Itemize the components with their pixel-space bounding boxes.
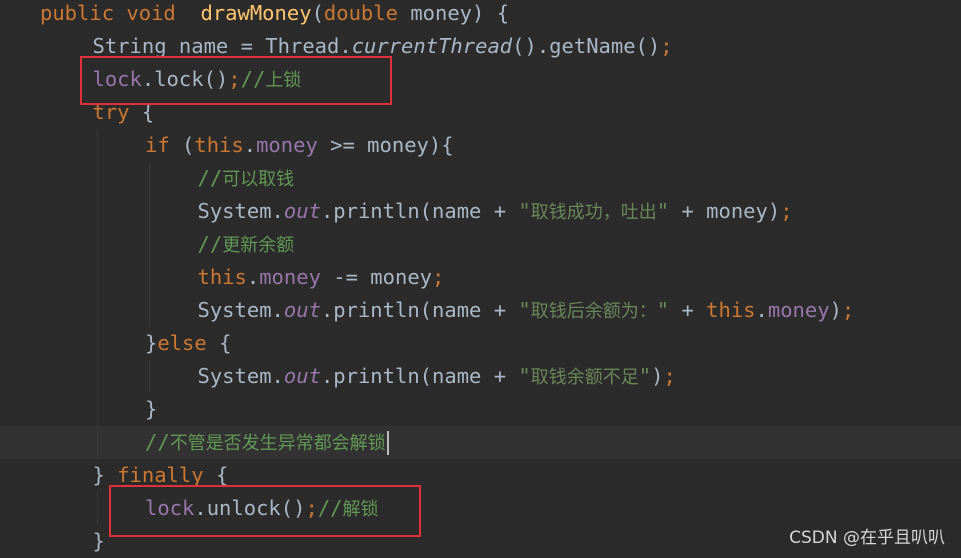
code-token: "取钱成功，吐出"	[518, 199, 670, 223]
code-text: public void drawMoney(double money) {	[40, 0, 509, 30]
indent-guide	[149, 228, 150, 261]
indent-guide	[149, 261, 150, 294]
code-token: drawMoney	[200, 1, 312, 25]
code-text: System.out.println(name + "取钱余额不足");	[198, 360, 676, 394]
code-line[interactable]: System.out.println(name + "取钱余额不足");	[0, 360, 961, 393]
code-token: System.	[197, 298, 284, 322]
code-token: }	[92, 529, 105, 553]
code-token: "取钱余额不足"	[518, 364, 652, 388]
code-token: System.	[197, 199, 284, 223]
code-token: currentThread	[351, 34, 513, 58]
code-token: finally	[117, 463, 216, 487]
code-token: + money)	[669, 199, 781, 223]
code-token: ;	[432, 265, 445, 289]
code-token: ;	[841, 298, 855, 322]
indent-guide	[96, 195, 98, 228]
code-text: if (this.money >= money){	[145, 129, 454, 162]
code-token: (	[182, 133, 195, 157]
code-token: .println(name +	[320, 298, 519, 322]
code-token: ;	[780, 199, 793, 223]
code-text: }	[145, 393, 157, 426]
code-token: else	[157, 331, 220, 355]
code-token: money) {	[410, 1, 510, 25]
code-token: {	[215, 463, 229, 487]
code-token: .println(name +	[320, 199, 519, 223]
text-caret	[386, 431, 389, 455]
indent-guide	[96, 228, 98, 261]
code-token: //更新余额	[197, 232, 295, 256]
code-token: System.	[197, 364, 284, 388]
code-line[interactable]: public void drawMoney(double money) {	[0, 0, 961, 30]
code-token: +	[669, 298, 707, 322]
code-token: }	[145, 397, 158, 421]
code-line[interactable]: System.out.println(name + "取钱后余额为：" + th…	[0, 294, 961, 327]
code-token: ;	[663, 364, 676, 388]
code-token: this	[706, 298, 756, 322]
code-token: money	[256, 133, 318, 157]
code-token: }	[145, 331, 158, 355]
code-line[interactable]: this.money -= money;	[0, 261, 961, 294]
indent-guide	[149, 360, 150, 393]
code-token: if	[145, 133, 183, 157]
code-token: this	[194, 133, 244, 157]
indent-guide	[96, 327, 98, 360]
code-token: //不管是否发生异常都会解锁	[145, 430, 386, 454]
indent-guide	[96, 261, 98, 294]
indent-guide	[149, 162, 150, 195]
code-token: money	[767, 298, 830, 322]
code-token: String name = Thread.	[92, 34, 352, 58]
code-text: //可以取钱	[198, 162, 295, 196]
code-token: .println(name +	[320, 364, 519, 388]
code-token: public	[40, 1, 127, 25]
code-token: out	[283, 199, 321, 223]
code-line[interactable]: System.out.println(name + "取钱成功，吐出" + mo…	[0, 195, 961, 228]
code-token: out	[283, 298, 321, 322]
code-text: //不管是否发生异常都会解锁	[145, 426, 389, 460]
indent-guide	[96, 492, 98, 525]
code-token: )	[829, 298, 842, 322]
code-token: money	[259, 265, 321, 289]
code-text: //更新余额	[198, 228, 295, 262]
code-text: System.out.println(name + "取钱成功，吐出" + mo…	[198, 195, 793, 229]
code-token: (	[311, 1, 324, 25]
indent-guide	[149, 294, 150, 327]
csdn-watermark: CSDN @在乎且叭叭	[789, 528, 945, 548]
code-token: .	[246, 265, 260, 289]
code-text: }else {	[145, 327, 231, 360]
code-token: ;	[660, 34, 673, 58]
indent-guide	[96, 426, 98, 459]
indent-guide	[96, 129, 98, 162]
code-token: }	[92, 463, 118, 487]
code-line[interactable]: //更新余额	[0, 228, 961, 261]
code-token: {	[219, 331, 232, 355]
code-token: .	[755, 298, 768, 322]
indent-guide	[149, 195, 150, 228]
indent-guide	[96, 360, 98, 393]
code-token: >= money){	[317, 133, 454, 157]
code-line[interactable]: //可以取钱	[0, 162, 961, 195]
code-line[interactable]: //不管是否发生异常都会解锁	[0, 426, 961, 459]
lock-highlight-box	[80, 56, 392, 105]
code-text: System.out.println(name + "取钱后余额为：" + th…	[198, 294, 855, 328]
code-token: -= money	[320, 265, 433, 289]
code-token: )	[651, 364, 664, 388]
code-token: double	[323, 1, 411, 25]
indent-guide	[96, 162, 98, 195]
code-token: ().getName()	[512, 34, 661, 58]
indent-guide	[96, 393, 98, 426]
code-token: .	[243, 133, 257, 157]
code-token: void	[126, 1, 201, 25]
code-line[interactable]: if (this.money >= money){	[0, 129, 961, 162]
code-line[interactable]: }else {	[0, 327, 961, 360]
code-text: this.money -= money;	[198, 261, 445, 294]
code-token: //可以取钱	[197, 166, 295, 190]
indent-guide	[96, 294, 98, 327]
unlock-highlight-box	[109, 485, 421, 537]
code-text: }	[93, 525, 105, 558]
code-token: this	[197, 265, 247, 289]
code-token: "取钱后余额为："	[518, 298, 670, 322]
code-line[interactable]: }	[0, 393, 961, 426]
code-token: out	[283, 364, 321, 388]
